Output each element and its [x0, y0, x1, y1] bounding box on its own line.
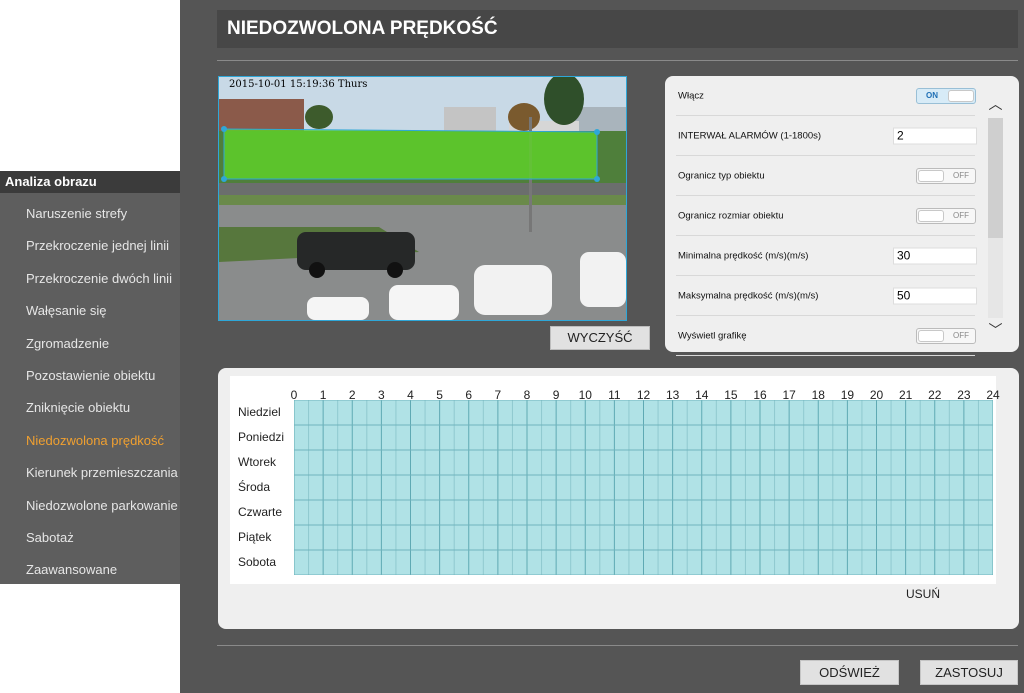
sidebar-item[interactable]: Zaawansowane — [26, 562, 117, 577]
sidebar-item[interactable]: Niedozwolona prędkość — [26, 433, 164, 448]
sidebar-top-blank — [0, 0, 180, 171]
setting-label: INTERWAŁ ALARMÓW (1-1800s) — [678, 130, 822, 141]
sidebar: Analiza obrazu Naruszenie strefy Przekroc… — [0, 171, 180, 584]
toggle-knob — [918, 209, 944, 222]
sidebar-bottom-blank — [0, 584, 180, 693]
setting-toggle[interactable]: OFF — [916, 207, 976, 224]
toggle-state: OFF — [953, 170, 969, 180]
sidebar-item[interactable]: Przekroczenie jednej linii — [26, 238, 169, 253]
camera-image — [219, 77, 626, 320]
sidebar-item[interactable]: Zniknięcie obiektu — [26, 400, 130, 415]
setting-input[interactable]: 2 — [893, 127, 977, 144]
schedule-panel: 0 1 2 3 4 5 6 7 8 9 10 11 12 13 14 15 16 17 18 19 20 21 22 23 24… — [218, 368, 1019, 629]
setting-label: Ogranicz rozmiar obiektu — [678, 210, 784, 221]
day-label: Poniedzi — [238, 429, 285, 444]
settings-scrollbar[interactable]: ︿ ﹀ — [986, 94, 1005, 342]
setting-row: Minimalna prędkość (m/s)(m/s) 30 — [676, 236, 977, 276]
page-title: NIEDOZWOLONA PRĘDKOŚĆ — [217, 10, 1018, 48]
setting-label: Minimalna prędkość (m/s)(m/s) — [678, 250, 809, 261]
setting-input[interactable]: 50 — [893, 287, 977, 304]
sidebar-item[interactable]: Niedozwolone parkowanie — [26, 498, 178, 513]
toggle-state: OFF — [953, 210, 969, 220]
clear-zone-button[interactable]: WYCZYŚĆ — [550, 326, 650, 350]
toggle-knob — [918, 169, 944, 182]
day-label: Niedziel — [238, 404, 281, 419]
sidebar-item[interactable]: Przekroczenie dwóch linii — [26, 271, 172, 286]
day-label: Piątek — [238, 529, 272, 544]
sidebar-item[interactable]: Sabotaż — [26, 530, 74, 545]
apply-button[interactable]: ZASTOSUJ — [920, 660, 1018, 685]
sidebar-item[interactable]: Wałęsanie się — [26, 303, 106, 318]
setting-label: Ogranicz typ obiektu — [678, 170, 765, 181]
sidebar-item[interactable]: Kierunek przemieszczania — [26, 465, 178, 480]
setting-toggle[interactable]: OFF — [916, 167, 976, 184]
main-content: NIEDOZWOLONA PRĘDKOŚĆ 2015-10-01 15:19:3… — [180, 0, 1024, 693]
sidebar-item[interactable]: Naruszenie strefy — [26, 206, 127, 221]
setting-row: Wyświetl grafikę OFF — [676, 316, 976, 356]
setting-row: Włącz ON — [676, 76, 976, 116]
video-preview[interactable]: 2015-10-01 15:19:36 Thurs — [218, 76, 627, 321]
setting-row: Maksymalna prędkość (m/s)(m/s) 50 — [676, 276, 977, 316]
sidebar-item[interactable]: Pozostawienie obiektu — [26, 368, 155, 383]
delete-schedule-button[interactable]: USUŃ — [906, 587, 940, 601]
setting-toggle[interactable]: OFF — [916, 327, 976, 344]
setting-row: Ogranicz typ obiektu OFF — [676, 156, 976, 196]
video-timestamp: 2015-10-01 15:19:36 Thurs — [229, 79, 368, 90]
setting-label: Maksymalna prędkość (m/s)(m/s) — [678, 290, 819, 301]
toggle-knob — [948, 89, 974, 102]
setting-label: Wyświetl grafikę — [678, 330, 747, 341]
scroll-up-icon[interactable]: ︿ — [986, 94, 1005, 114]
toggle-state: OFF — [953, 330, 969, 340]
setting-input[interactable]: 30 — [893, 247, 977, 264]
schedule-grid[interactable] — [294, 400, 993, 575]
day-label: Środa — [238, 479, 271, 494]
sidebar-header: Analiza obrazu — [0, 171, 180, 193]
settings-panel: Włącz ON INTERWAŁ ALARMÓW (1-1800s) 2 Ograni… — [665, 76, 1019, 356]
sidebar-item[interactable]: Zgromadzenie — [26, 336, 109, 351]
day-label: Sobota — [238, 554, 277, 569]
toggle-knob — [918, 329, 944, 342]
toggle-state: ON — [926, 90, 938, 100]
setting-row: Ogranicz rozmiar obiektu OFF — [676, 196, 976, 236]
divider — [217, 60, 1018, 61]
day-label: Czwarte — [238, 504, 283, 519]
day-label: Wtorek — [238, 454, 277, 469]
setting-row: INTERWAŁ ALARMÓW (1-1800s) 2 — [676, 116, 977, 156]
setting-toggle[interactable]: ON — [916, 87, 976, 104]
setting-label: Włącz — [678, 90, 704, 101]
scroll-down-icon[interactable]: ﹀ — [986, 320, 1005, 340]
schedule-area: 0 1 2 3 4 5 6 7 8 9 10 11 12 13 14 15 16 17 18 19 20 21 22 23 24… — [230, 376, 1000, 584]
divider — [217, 645, 1018, 646]
refresh-button[interactable]: ODŚWIEŻ — [800, 660, 899, 685]
scroll-thumb[interactable] — [988, 118, 1003, 238]
schedule-grid-lines — [294, 400, 993, 575]
